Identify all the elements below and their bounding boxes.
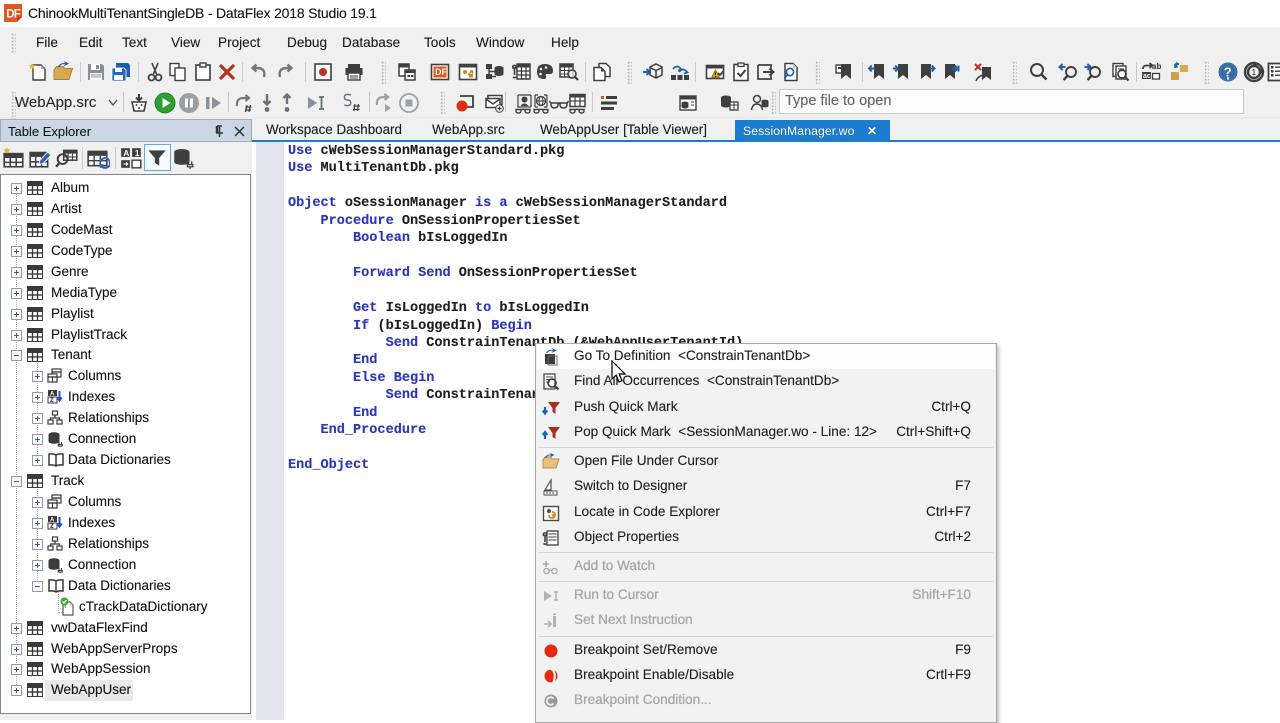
svg-text:A: A bbox=[123, 149, 129, 158]
svg-text:1: 1 bbox=[135, 149, 140, 158]
svg-text:1: 1 bbox=[1252, 68, 1257, 77]
svg-text:Z: Z bbox=[50, 398, 54, 404]
svg-text:ac: ac bbox=[1143, 73, 1151, 80]
svg-text:Z: Z bbox=[50, 524, 54, 530]
svg-text:?: ? bbox=[1224, 65, 1232, 80]
svg-text:ab: ab bbox=[1152, 62, 1161, 71]
svg-text:DF: DF bbox=[6, 9, 21, 21]
svg-text:DF: DF bbox=[435, 67, 447, 77]
